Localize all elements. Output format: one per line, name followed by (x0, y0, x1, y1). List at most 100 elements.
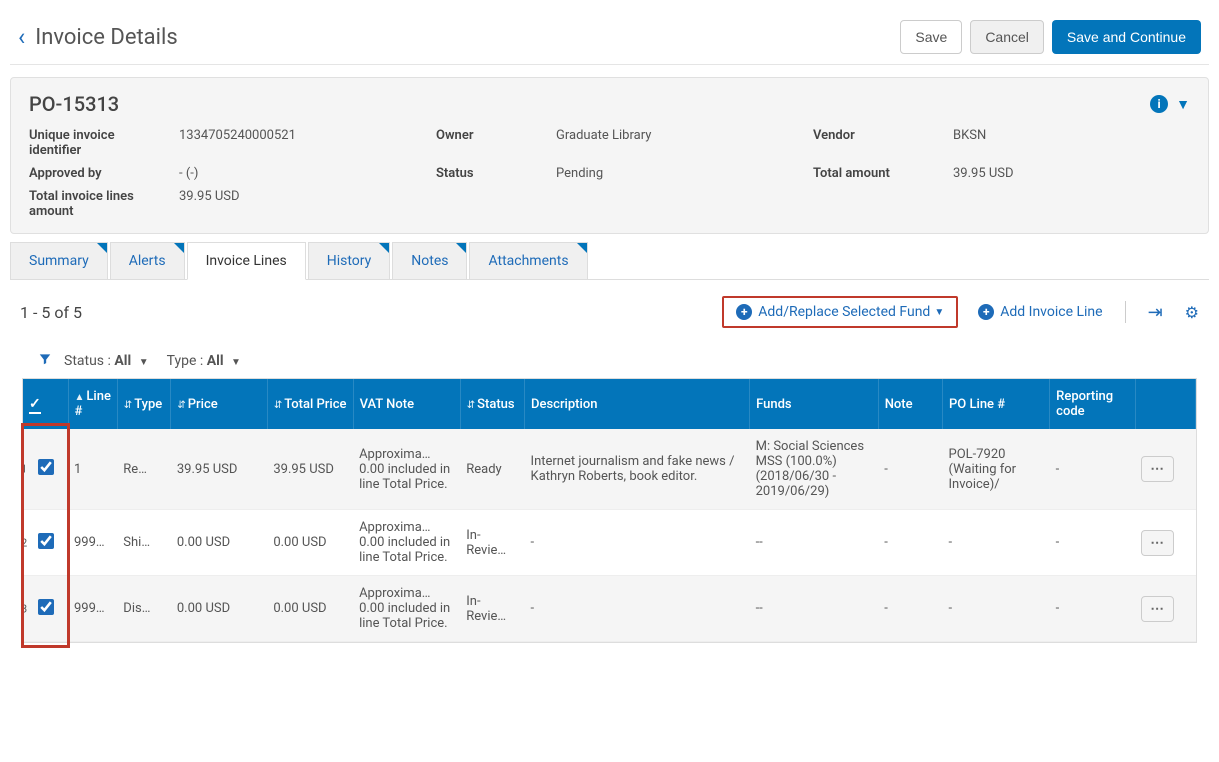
save-button[interactable]: Save (900, 20, 962, 54)
cell-desc: Internet journalism and fake news / Kath… (525, 429, 750, 510)
add-replace-fund-button[interactable]: + Add/Replace Selected Fund ▼ (736, 304, 944, 320)
col-description[interactable]: Description (525, 379, 750, 429)
cell-status: In-Revie… (460, 510, 524, 576)
cell-vat: Approxima… 0.00 included in line Total P… (353, 429, 460, 510)
cell-note: - (878, 429, 942, 510)
tab-history[interactable]: History (308, 242, 391, 279)
cell-total: 0.00 USD (267, 576, 353, 642)
cell-line[interactable]: 9999… (68, 576, 117, 642)
row-actions-button[interactable]: ⋯ (1141, 530, 1173, 556)
cell-reporting: - (1050, 576, 1136, 642)
approved-value: - (-) (179, 166, 416, 181)
tab-summary[interactable]: Summary (10, 242, 108, 279)
cell-poline[interactable]: POL-7920 (Waiting for Invoice)/ (943, 429, 1050, 510)
cell-poline: - (943, 510, 1050, 576)
cell-vat: Approxima… 0.00 included in line Total P… (353, 576, 460, 642)
cell-status: In-Revie… (460, 576, 524, 642)
uid-value: 1334705240000521 (179, 128, 416, 158)
cell-vat: Approxima… 0.00 included in line Total P… (353, 510, 460, 576)
cell-actions: ⋯ (1135, 429, 1195, 510)
cell-type: Re… (117, 429, 171, 510)
add-replace-label: Add/Replace Selected Fund (758, 304, 930, 320)
row-count: 1 - 5 of 5 (20, 303, 722, 322)
row-actions-button[interactable]: ⋯ (1141, 596, 1173, 622)
col-total-price[interactable]: ⇵Total Price (267, 379, 353, 429)
col-poline[interactable]: PO Line # (943, 379, 1050, 429)
status-value: Pending (556, 166, 793, 181)
cell-total: 39.95 USD (267, 429, 353, 510)
total-label: Total amount (813, 166, 933, 181)
table-row: 29999…Shi…0.00 USD0.00 USDApproxima… 0.0… (23, 510, 1196, 576)
row-number: 2 (23, 536, 27, 549)
export-icon[interactable]: ⇥ (1148, 302, 1163, 323)
vendor-label: Vendor (813, 128, 933, 158)
tabs: SummaryAlertsInvoice LinesHistoryNotesAt… (10, 242, 1209, 280)
cell-price: 0.00 USD (171, 510, 267, 576)
cell-status: Ready (460, 429, 524, 510)
col-note[interactable]: Note (878, 379, 942, 429)
back-icon[interactable]: ‹ (18, 23, 25, 51)
cell-funds: -- (750, 510, 879, 576)
approved-label: Approved by (29, 166, 159, 181)
status-label: Status (436, 166, 536, 181)
col-type[interactable]: ⇵Type (117, 379, 171, 429)
total-value: 39.95 USD (953, 166, 1190, 181)
cell-line[interactable]: 1 (68, 429, 117, 510)
summary-panel: PO-15313 i ▼ Unique invoice identifier 1… (10, 77, 1209, 234)
caret-down-icon: ▼ (231, 357, 241, 368)
status-filter[interactable]: Status : All ▼ (64, 353, 149, 369)
cell-line[interactable]: 9999… (68, 510, 117, 576)
vendor-value[interactable]: BKSN (953, 128, 1190, 158)
invoice-lines-table: ✓ ▲Line # ⇵Type ⇵Price ⇵Total Price VAT … (23, 379, 1196, 642)
cell-type: Shi… (117, 510, 171, 576)
page-title: Invoice Details (35, 25, 892, 50)
col-line[interactable]: ▲Line # (68, 379, 117, 429)
col-reporting[interactable]: Reporting code (1050, 379, 1136, 429)
col-checkbox[interactable]: ✓ (23, 379, 68, 429)
row-checkbox-cell: 3 (23, 576, 68, 642)
save-continue-button[interactable]: Save and Continue (1052, 20, 1201, 54)
cell-actions: ⋯ (1135, 576, 1195, 642)
highlight-add-replace: + Add/Replace Selected Fund ▼ (722, 296, 958, 328)
po-number: PO-15313 (29, 92, 1150, 116)
lines-amt-label: Total invoice lines amount (29, 189, 159, 219)
owner-label: Owner (436, 128, 536, 158)
row-number: 1 (23, 463, 27, 476)
cell-actions: ⋯ (1135, 510, 1195, 576)
cell-note: - (878, 576, 942, 642)
cell-reporting: - (1050, 510, 1136, 576)
cell-desc: - (525, 510, 750, 576)
owner-value: Graduate Library (556, 128, 793, 158)
type-filter[interactable]: Type : All ▼ (167, 353, 241, 369)
cell-funds[interactable]: M: Social Sciences MSS (100.0%) (2018/06… (750, 429, 879, 510)
row-checkbox[interactable] (38, 459, 54, 475)
gear-icon[interactable]: ⚙ (1185, 303, 1199, 322)
chevron-down-icon[interactable]: ▼ (1176, 96, 1190, 113)
info-icon[interactable]: i (1150, 95, 1168, 113)
col-funds[interactable]: Funds (750, 379, 879, 429)
tab-invoice-lines[interactable]: Invoice Lines (187, 242, 306, 280)
col-vat[interactable]: VAT Note (353, 379, 460, 429)
uid-label: Unique invoice identifier (29, 128, 159, 158)
row-number: 3 (23, 602, 27, 615)
add-line-label: Add Invoice Line (1000, 304, 1102, 320)
filter-icon[interactable] (38, 352, 52, 370)
row-checkbox[interactable] (38, 533, 54, 549)
add-invoice-line-button[interactable]: + Add Invoice Line (978, 304, 1102, 320)
top-bar: ‹ Invoice Details Save Cancel Save and C… (10, 10, 1209, 65)
cell-desc: - (525, 576, 750, 642)
cell-funds: -- (750, 576, 879, 642)
tab-alerts[interactable]: Alerts (110, 242, 185, 279)
tab-notes[interactable]: Notes (392, 242, 467, 279)
row-checkbox[interactable] (38, 599, 54, 615)
grid-container: ✓ ▲Line # ⇵Type ⇵Price ⇵Total Price VAT … (10, 378, 1209, 643)
table-row: 11Re…39.95 USD39.95 USDApproxima… 0.00 i… (23, 429, 1196, 510)
cancel-button[interactable]: Cancel (970, 20, 1044, 54)
col-price[interactable]: ⇵Price (171, 379, 267, 429)
cell-note: - (878, 510, 942, 576)
col-status[interactable]: ⇵Status (460, 379, 524, 429)
table-row: 39999…Dis…0.00 USD0.00 USDApproxima… 0.0… (23, 576, 1196, 642)
row-actions-button[interactable]: ⋯ (1141, 456, 1173, 482)
tab-attachments[interactable]: Attachments (469, 242, 587, 279)
lines-amt-value: 39.95 USD (179, 189, 416, 219)
